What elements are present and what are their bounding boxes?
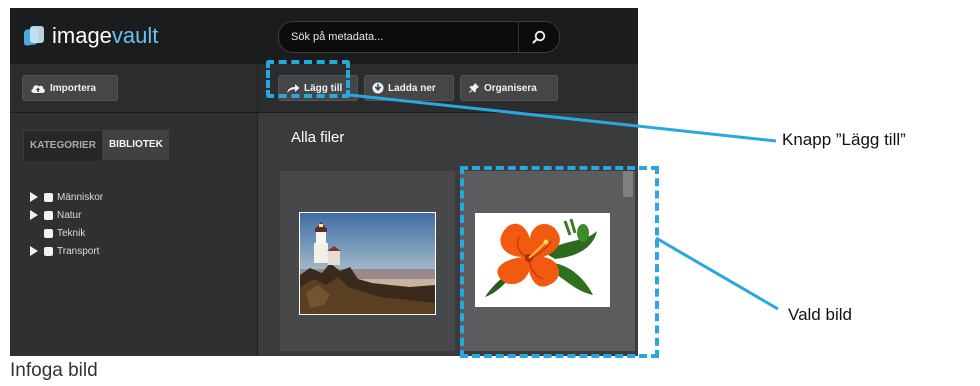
selected-image-callout: Vald bild	[788, 305, 852, 324]
figure-caption: Infoga bild	[10, 360, 98, 381]
annotation-lines	[349, 93, 779, 311]
add-button-callout: Knapp ”Lägg till”	[782, 130, 906, 149]
